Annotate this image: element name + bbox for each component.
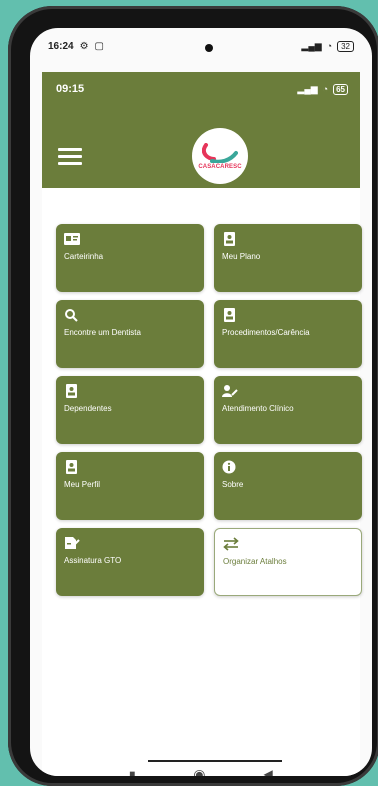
app-battery: 65 bbox=[333, 83, 348, 95]
back-icon[interactable]: ◀ bbox=[264, 767, 273, 776]
signal-icon: ▂▄▆ bbox=[301, 40, 322, 51]
tile-label: Meu Perfil bbox=[64, 480, 101, 489]
signal-icon: ▂▄▆ bbox=[297, 83, 318, 94]
badge-icon bbox=[224, 308, 235, 322]
tile-meu-plano[interactable]: Meu Plano bbox=[214, 224, 362, 292]
tile-label: Atendimento Clínico bbox=[222, 404, 294, 413]
id-card-icon bbox=[64, 233, 80, 245]
tile-label: Dependentes bbox=[64, 404, 112, 413]
system-nav-bar: ■ ◉ ◀ bbox=[42, 756, 360, 777]
tile-dependentes[interactable]: Dependentes bbox=[56, 376, 204, 444]
app-logo: CASACARESC bbox=[192, 128, 248, 184]
camera-icon bbox=[205, 44, 213, 52]
app-status-bar: 09:15 ▂▄▆ ◔ 65 bbox=[56, 80, 348, 98]
tile-meu-perfil[interactable]: Meu Perfil bbox=[56, 452, 204, 520]
tile-label: Assinatura GTO bbox=[64, 556, 122, 565]
hands-heart-icon bbox=[202, 142, 238, 163]
info-icon bbox=[222, 460, 236, 474]
tile-carteirinha[interactable]: Carteirinha bbox=[56, 224, 204, 292]
user-edit-icon bbox=[222, 385, 238, 397]
tile-sobre[interactable]: Sobre bbox=[214, 452, 362, 520]
wifi-icon: ◔ bbox=[326, 41, 333, 51]
recents-icon[interactable]: ■ bbox=[129, 769, 135, 777]
app-time: 09:15 bbox=[56, 83, 85, 95]
home-icon[interactable]: ◉ bbox=[193, 766, 205, 777]
tile-organizar-atalhos[interactable]: Organizar Atalhos bbox=[214, 528, 362, 596]
phone-frame: 16:24 ⚙ ▢ ▂▄▆ ◔ 32 09:15 ▂▄▆ ◔ 65 CASACA… bbox=[8, 6, 378, 786]
app-screen: 09:15 ▂▄▆ ◔ 65 CASACARESC Carteirinha Me… bbox=[42, 72, 362, 777]
device-status-bar: 16:24 ⚙ ▢ ▂▄▆ ◔ 32 bbox=[30, 28, 372, 64]
tile-label: Procedimentos/Carência bbox=[222, 328, 310, 337]
tile-label: Organizar Atalhos bbox=[223, 557, 287, 566]
badge-icon bbox=[224, 232, 235, 246]
app-header: 09:15 ▂▄▆ ◔ 65 CASACARESC bbox=[42, 72, 360, 188]
tile-encontre-dentista[interactable]: Encontre um Dentista bbox=[56, 300, 204, 368]
tile-label: Carteirinha bbox=[64, 252, 104, 261]
tile-label: Encontre um Dentista bbox=[64, 328, 141, 337]
signature-icon bbox=[65, 537, 80, 549]
swap-arrows-icon bbox=[223, 537, 239, 551]
device-screen: 16:24 ⚙ ▢ ▂▄▆ ◔ 32 09:15 ▂▄▆ ◔ 65 CASACA… bbox=[30, 28, 372, 776]
tile-assinatura-gto[interactable]: Assinatura GTO bbox=[56, 528, 204, 596]
tile-label: Sobre bbox=[222, 480, 244, 489]
logo-text: CASACARESC bbox=[198, 163, 242, 170]
device-time: 16:24 bbox=[48, 40, 74, 52]
wifi-icon: ◔ bbox=[322, 84, 329, 94]
settings-icon: ⚙ bbox=[79, 40, 89, 52]
search-icon bbox=[65, 309, 78, 322]
device-battery: 32 bbox=[337, 40, 354, 52]
badge-icon bbox=[66, 384, 77, 398]
tile-label: Meu Plano bbox=[222, 252, 261, 261]
badge-icon bbox=[66, 460, 77, 474]
tile-procedimentos[interactable]: Procedimentos/Carência bbox=[214, 300, 362, 368]
tile-atendimento-clinico[interactable]: Atendimento Clínico bbox=[214, 376, 362, 444]
menu-icon[interactable] bbox=[58, 148, 84, 166]
notification-icon: ▢ bbox=[94, 40, 104, 52]
